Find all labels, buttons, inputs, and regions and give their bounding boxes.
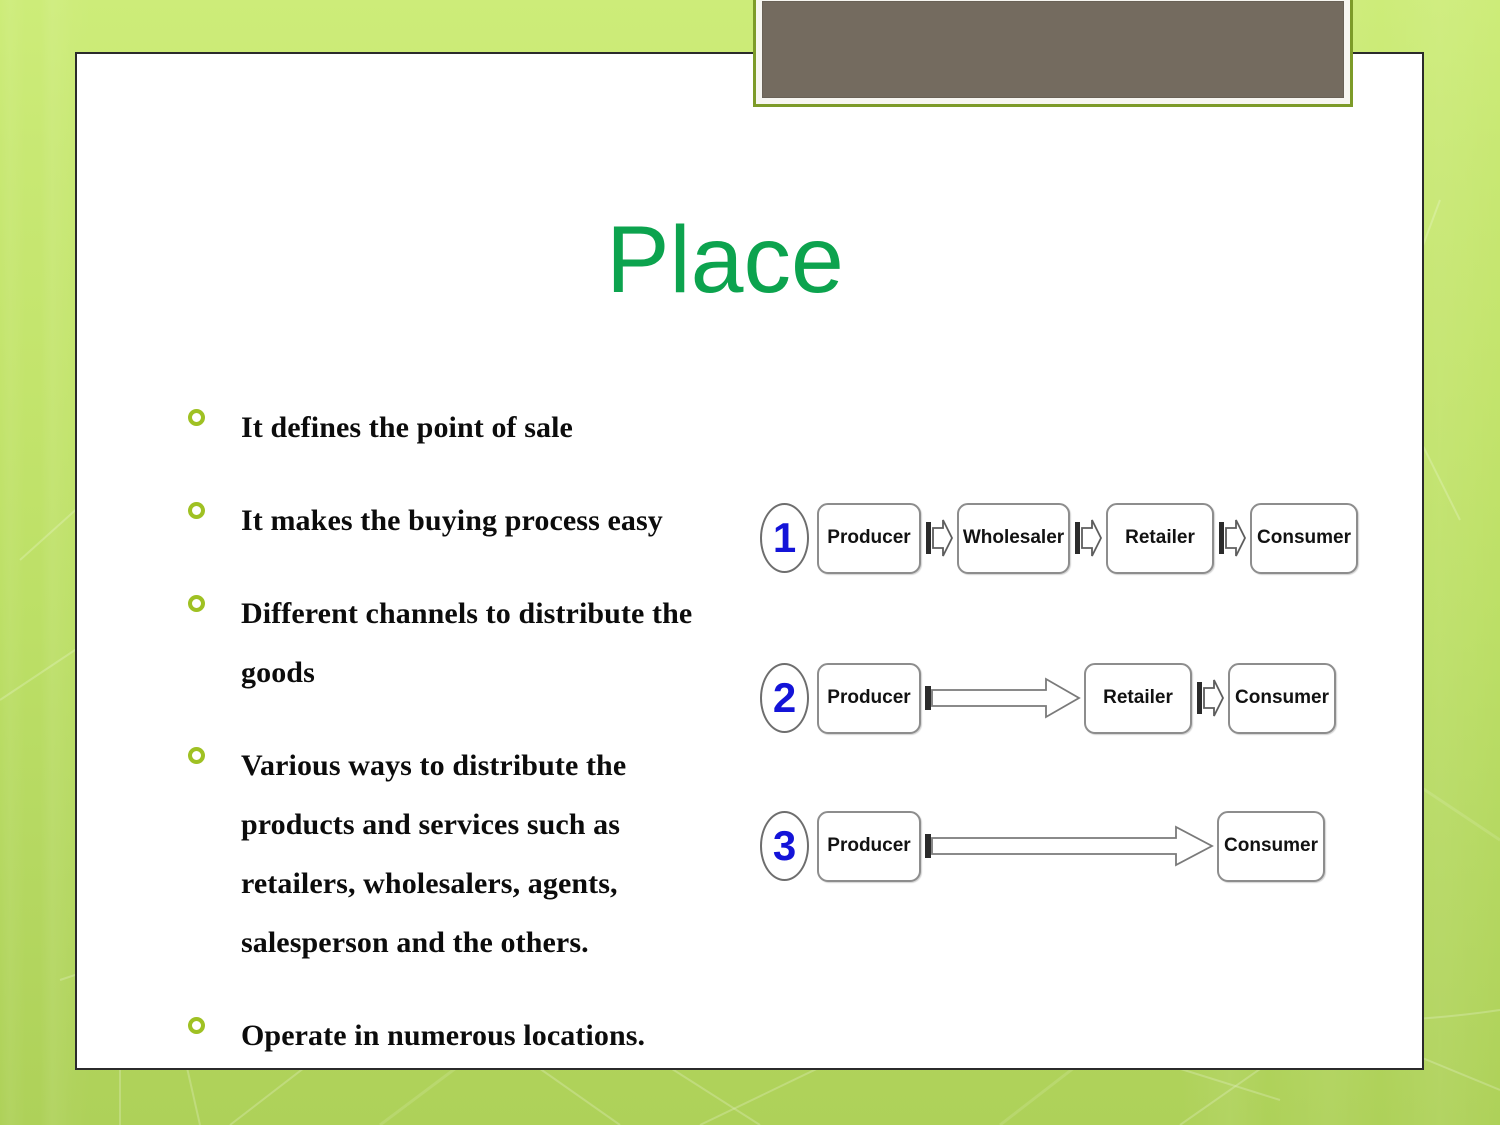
arrow-right-icon: [924, 820, 1214, 872]
bullet-circle-icon: [188, 409, 205, 426]
list-item-label: Operate in numerous locations.: [241, 1019, 646, 1052]
slide: Place It defines the point of sale It ma…: [0, 0, 1500, 1125]
channel-row-2: 2 Producer Retailer Consumer: [760, 657, 1336, 739]
channel-number-badge: 3: [760, 811, 809, 881]
bullet-circle-icon: [188, 1017, 205, 1034]
channel-node-consumer: Consumer: [1217, 810, 1325, 882]
channel-node-producer: Producer: [817, 810, 921, 882]
channel-node-wholesaler: Wholesaler: [957, 502, 1070, 574]
channel-node-producer: Producer: [817, 662, 921, 734]
list-item-label: Various ways to distribute the products …: [241, 749, 627, 959]
list-item-label: It defines the point of sale: [241, 411, 573, 444]
distribution-channels-diagram: 1 Producer Wholesaler Retailer Consumer …: [760, 485, 1358, 905]
list-item: Different channels to distribute the goo…: [188, 584, 733, 702]
chevron-right-icon: [1196, 672, 1224, 724]
channel-number-badge: 2: [760, 663, 809, 733]
channel-number-badge: 1: [760, 503, 809, 573]
list-item: It defines the point of sale: [188, 398, 733, 457]
page-title: Place: [606, 207, 844, 313]
channel-row-3: 3 Producer Consumer: [760, 805, 1336, 887]
channel-node-consumer: Consumer: [1250, 502, 1358, 574]
chevron-right-icon: [1218, 512, 1246, 564]
chevron-right-icon: [1074, 512, 1102, 564]
decorative-image-frame: [753, 0, 1353, 107]
channel-node-consumer: Consumer: [1228, 662, 1336, 734]
bullet-circle-icon: [188, 595, 205, 612]
bullet-circle-icon: [188, 502, 205, 519]
channel-node-retailer: Retailer: [1106, 502, 1214, 574]
list-item-label: Different channels to distribute the goo…: [241, 597, 693, 689]
list-item-label: It makes the buying process easy: [241, 504, 663, 537]
bullet-circle-icon: [188, 747, 205, 764]
decorative-image: [762, 1, 1344, 98]
channel-node-retailer: Retailer: [1084, 662, 1192, 734]
channel-row-1: 1 Producer Wholesaler Retailer Consumer: [760, 497, 1358, 579]
bullet-list: It defines the point of sale It makes th…: [188, 398, 733, 1065]
list-item: Various ways to distribute the products …: [188, 736, 733, 972]
chevron-right-icon: [925, 512, 953, 564]
list-item: Operate in numerous locations.: [188, 1006, 733, 1065]
arrow-right-icon: [924, 672, 1081, 724]
list-item: It makes the buying process easy: [188, 491, 733, 550]
channel-node-producer: Producer: [817, 502, 921, 574]
